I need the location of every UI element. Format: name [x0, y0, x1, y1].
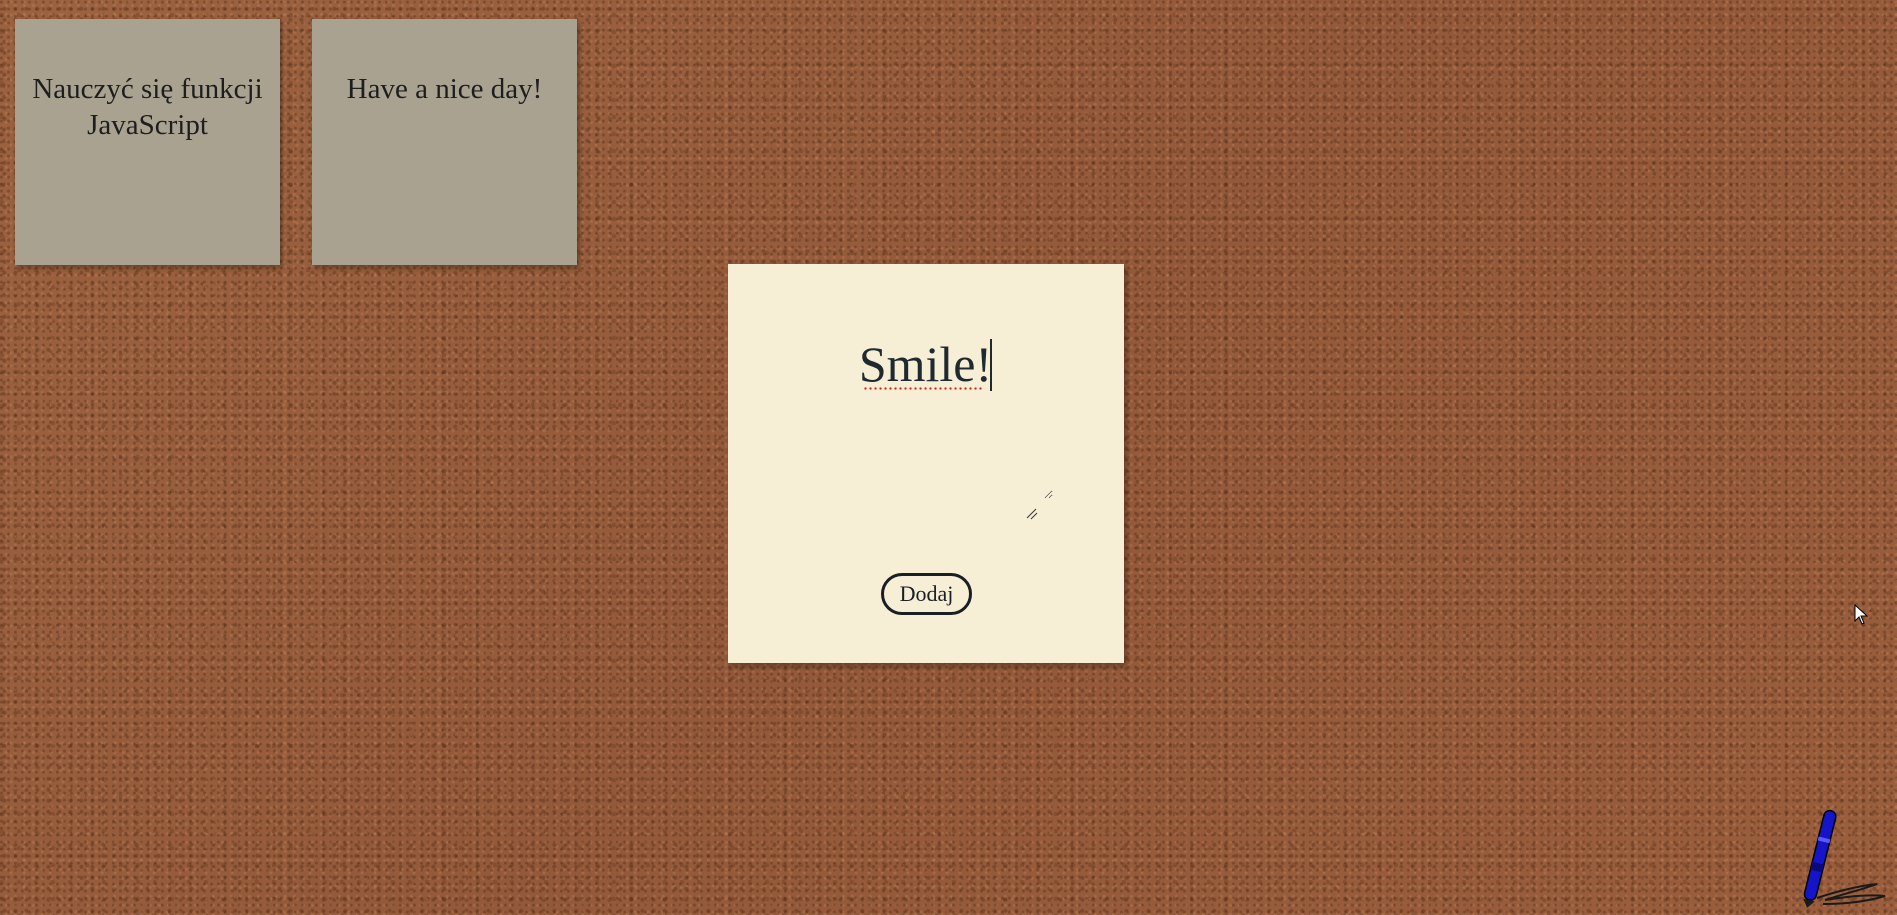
- note-text-input[interactable]: [798, 334, 1053, 499]
- text-caret: [990, 339, 992, 391]
- mouse-cursor-icon: [1854, 604, 1869, 625]
- sticky-note-text: Have a nice day!: [346, 73, 543, 105]
- resize-grip-icon[interactable]: [1025, 507, 1039, 521]
- sticky-note[interactable]: Have a nice day!: [312, 19, 577, 265]
- cork-board: Nauczyć się funkcji JavaScript Have a ni…: [0, 0, 1897, 915]
- sticky-note-text: Nauczyć się funkcji JavaScript: [32, 73, 263, 141]
- new-note-editor: Dodaj: [728, 264, 1124, 663]
- pen-icon[interactable]: [1795, 800, 1895, 910]
- add-note-button[interactable]: Dodaj: [881, 573, 972, 615]
- sticky-note[interactable]: Nauczyć się funkcji JavaScript: [15, 19, 280, 265]
